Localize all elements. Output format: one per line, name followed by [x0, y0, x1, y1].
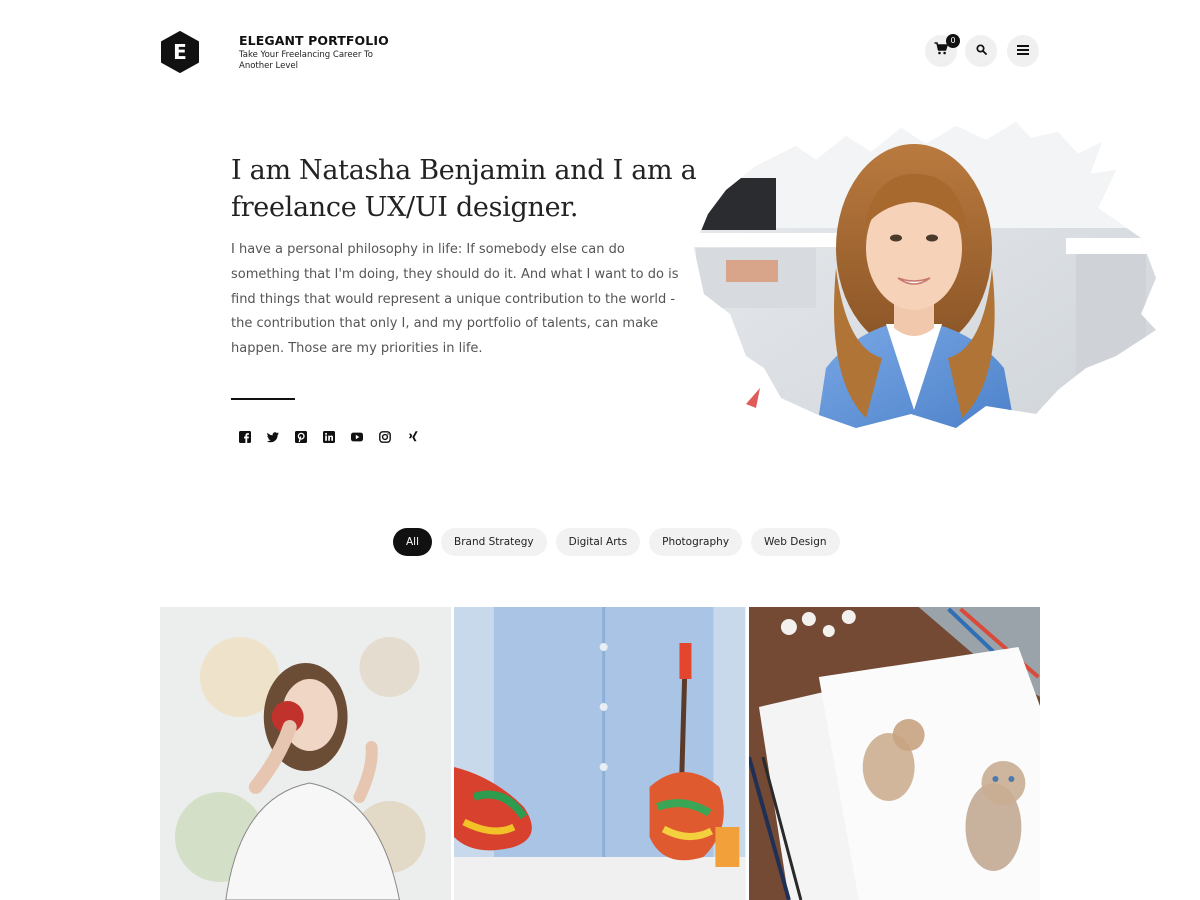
portfolio-filters: All Brand Strategy Digital Arts Photogra… [393, 528, 840, 556]
search-icon [975, 42, 987, 60]
filter-brand-strategy[interactable]: Brand Strategy [441, 528, 547, 556]
portfolio-gallery [160, 607, 1040, 900]
logo-letter: E [173, 40, 187, 64]
search-button[interactable] [965, 35, 997, 67]
hero-description: I have a personal philosophy in life: If… [231, 242, 679, 357]
xing-icon[interactable] [404, 428, 422, 446]
site-title[interactable]: ELEGANT PORTFOLIO [239, 34, 399, 48]
linkedin-icon[interactable] [320, 428, 338, 446]
instagram-icon[interactable] [376, 428, 394, 446]
portfolio-item-painter-hands[interactable] [454, 607, 746, 900]
portfolio-item-watercolor-portrait[interactable] [160, 607, 452, 900]
cart-count-badge: 0 [946, 34, 960, 48]
cart-icon [934, 42, 948, 60]
filter-digital-arts[interactable]: Digital Arts [555, 528, 641, 556]
pinterest-icon[interactable] [292, 428, 310, 446]
hero-heading: I am Natasha Benjamin and I am a freelan… [231, 155, 697, 223]
portfolio-item-animal-sketches[interactable] [748, 607, 1040, 900]
menu-icon [1017, 42, 1029, 60]
site-logo[interactable]: E [160, 31, 200, 73]
filter-web-design[interactable]: Web Design [751, 528, 840, 556]
cart-button[interactable]: 0 [925, 34, 960, 67]
social-links [236, 428, 422, 446]
brand: ELEGANT PORTFOLIO Take Your Freelancing … [239, 34, 399, 71]
facebook-icon[interactable] [236, 428, 254, 446]
site-tagline: Take Your Freelancing Career To Another … [239, 50, 373, 71]
filter-photography[interactable]: Photography [649, 528, 743, 556]
menu-button[interactable] [1007, 35, 1039, 67]
youtube-icon[interactable] [348, 428, 366, 446]
divider [231, 398, 295, 400]
hero-portrait [686, 118, 1166, 434]
twitter-icon[interactable] [264, 428, 282, 446]
filter-all[interactable]: All [393, 528, 433, 556]
